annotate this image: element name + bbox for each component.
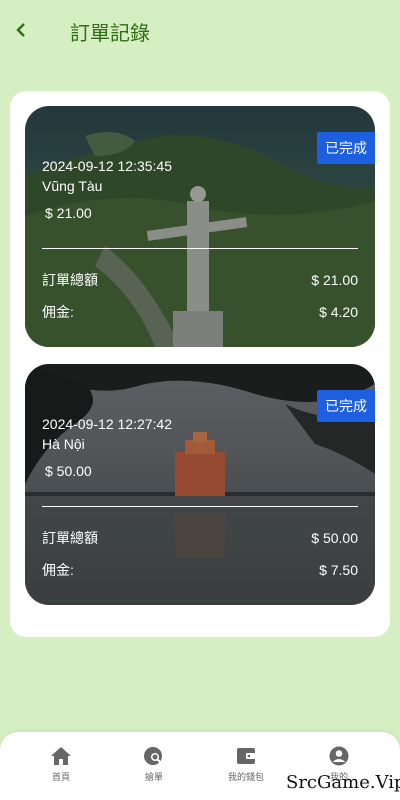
order-card[interactable]: 已完成 2024-09-12 12:35:45 Vũng Tàu $ 21.00… [25,106,375,347]
tab-label: 首頁 [51,772,70,782]
order-card[interactable]: 已完成 2024-09-12 12:27:42 Hà Nội $ 50.00 訂… [25,364,375,605]
search-globe-icon [144,747,162,765]
total-label: 訂單總額 [42,272,98,288]
total-label: 訂單總額 [42,530,98,546]
tab-home[interactable]: 首頁 [26,746,96,783]
commission-value: $ 7.50 [319,562,358,578]
order-place: Hà Nội [42,436,85,452]
total-value: $ 50.00 [311,530,358,546]
commission-value: $ 4.20 [319,304,358,320]
order-price: $ 21.00 [45,205,92,221]
profile-icon [329,746,349,766]
divider [42,248,358,249]
status-badge: 已完成 [317,390,375,422]
status-badge: 已完成 [317,132,375,164]
commission-label: 佣金: [42,304,74,320]
watermark-text: SrcGame.Vip [286,772,400,793]
wallet-icon [237,748,255,764]
order-price: $ 50.00 [45,463,92,479]
total-value: $ 21.00 [311,272,358,288]
page-title: 訂單記錄 [70,23,150,45]
chevron-left-icon [16,23,25,37]
back-button[interactable] [10,18,32,42]
order-place: Vũng Tàu [42,178,103,194]
order-datetime: 2024-09-12 12:27:42 [42,416,172,432]
divider [42,506,358,507]
home-icon [51,747,71,765]
order-list: 已完成 2024-09-12 12:35:45 Vũng Tàu $ 21.00… [10,91,390,637]
tab-wallet[interactable]: 我的錢包 [211,746,281,783]
order-datetime: 2024-09-12 12:35:45 [42,158,172,174]
commission-label: 佣金: [42,562,74,578]
tab-label: 搶單 [144,772,163,782]
tab-grab-order[interactable]: 搶單 [119,746,189,783]
top-bar: 訂單記錄 [0,0,400,62]
tab-label: 我的錢包 [227,772,264,782]
